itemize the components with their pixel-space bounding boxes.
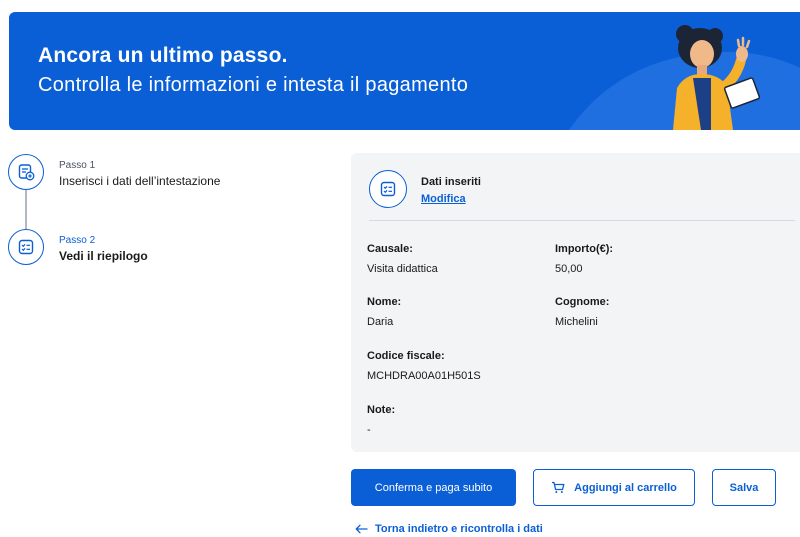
- add-to-cart-label: Aggiungi al carrello: [574, 481, 677, 494]
- step-connector: [25, 190, 27, 232]
- field-label: Causale:: [367, 243, 413, 255]
- field-label: Nome:: [367, 296, 402, 308]
- summary-title: Dati inseriti: [421, 176, 481, 188]
- field-label: Cognome:: [555, 296, 610, 308]
- field-value: Daria: [367, 316, 394, 328]
- checklist-icon: [8, 229, 44, 265]
- field-cognome: Cognome: Michelini: [555, 296, 735, 328]
- hero-subtitle: Controlla le informazioni e intesta il p…: [38, 74, 469, 96]
- field-codice-fiscale: Codice fiscale: MCHDRA00A01H501S: [367, 350, 547, 382]
- step-label: Vedi il riepilogo: [59, 249, 148, 263]
- step-number: Passo 2: [59, 235, 96, 246]
- field-value: -: [367, 424, 371, 436]
- hero-banner: Ancora un ultimo passo. Controlla le inf…: [9, 12, 800, 130]
- hero-title: Ancora un ultimo passo.: [38, 44, 288, 67]
- step-1: Passo 1 Inserisci i dati dell’intestazio…: [8, 154, 328, 232]
- field-label: Codice fiscale:: [367, 350, 445, 362]
- step-label: Inserisci i dati dell’intestazione: [59, 174, 221, 188]
- field-note: Note: -: [367, 404, 547, 436]
- divider: [369, 220, 795, 221]
- field-label: Note:: [367, 404, 396, 416]
- field-value: Michelini: [555, 316, 598, 328]
- cart-icon: [551, 481, 565, 494]
- add-to-cart-button[interactable]: Aggiungi al carrello: [533, 469, 695, 506]
- back-link-label: Torna indietro e ricontrolla i dati: [375, 523, 543, 535]
- step-2: Passo 2 Vedi il riepilogo: [8, 229, 328, 269]
- field-nome: Nome: Daria: [367, 296, 547, 328]
- save-button[interactable]: Salva: [712, 469, 776, 506]
- field-value: 50,00: [555, 263, 583, 275]
- arrow-left-icon: [355, 524, 368, 534]
- woman-with-tablet-illustration: [673, 25, 761, 130]
- checklist-icon: [369, 170, 407, 208]
- field-value: Visita didattica: [367, 263, 438, 275]
- pay-now-button[interactable]: Conferma e paga subito: [351, 469, 516, 506]
- edit-link[interactable]: Modifica: [421, 193, 466, 205]
- field-importo: Importo(€): 50,00: [555, 243, 735, 275]
- field-label: Importo(€):: [555, 243, 614, 255]
- summary-card: Dati inseriti Modifica Causale: Visita d…: [351, 153, 800, 452]
- step-number: Passo 1: [59, 160, 96, 171]
- field-value: MCHDRA00A01H501S: [367, 370, 481, 382]
- form-edit-icon: [8, 154, 44, 190]
- field-causale: Causale: Visita didattica: [367, 243, 547, 275]
- back-link[interactable]: Torna indietro e ricontrolla i dati: [355, 523, 543, 535]
